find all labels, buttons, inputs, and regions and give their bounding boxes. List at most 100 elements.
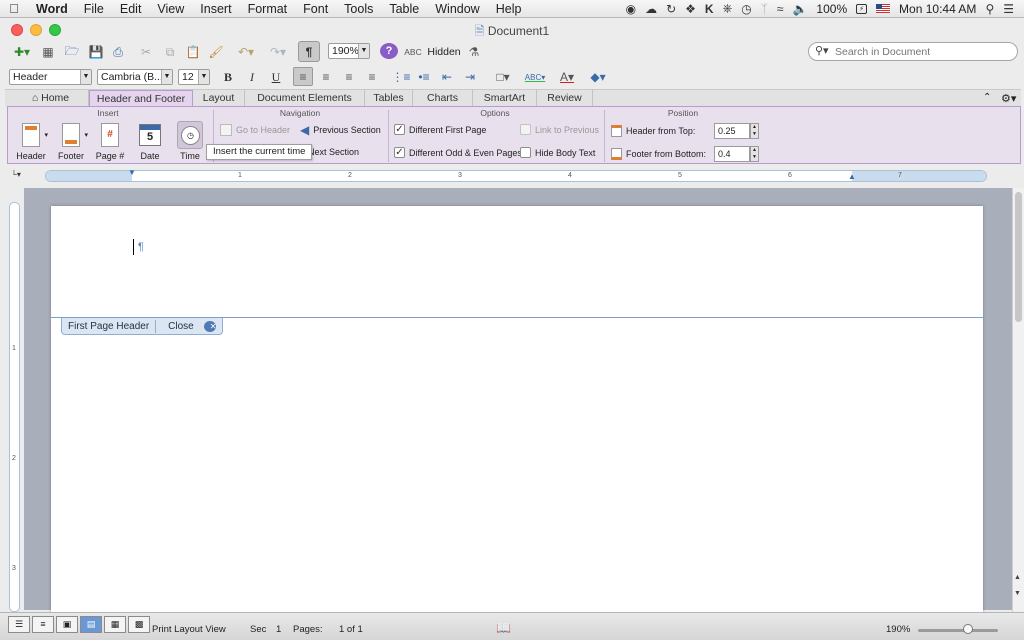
outline-view-icon[interactable]: ≡ [32, 616, 54, 633]
print-icon[interactable]: ⎙ [108, 43, 128, 61]
numbered-list-icon[interactable]: ⋮≡ [392, 68, 411, 86]
notebook-view-icon[interactable]: ▦ [104, 616, 126, 633]
close-header-button[interactable]: Close ✕ [156, 320, 222, 332]
menu-window[interactable]: Window [427, 2, 487, 16]
document-page[interactable]: ¶ First Page Header Close ✕ [51, 206, 983, 616]
save-icon[interactable]: 💾 [86, 43, 106, 61]
undo-icon[interactable]: ↶▾ [232, 43, 260, 61]
sync-icon[interactable]: ↻ [666, 2, 676, 16]
search-field[interactable]: ⚲▾ [808, 42, 1018, 61]
header-from-top-stepper[interactable]: ▲ ▼ [750, 123, 759, 139]
bulleted-list-icon[interactable]: •≡ [415, 68, 433, 86]
font-size-select[interactable]: 12 ▼ [178, 69, 210, 85]
k-app-icon[interactable]: K [705, 2, 714, 16]
menu-insert[interactable]: Insert [192, 2, 239, 16]
different-odd-even-option[interactable]: ✓ Different Odd & Even Pages [394, 147, 522, 158]
show-formatting-marks-button[interactable]: ¶ [298, 41, 320, 62]
horizontal-ruler[interactable]: ▼ ▲ 1 2 3 4 5 6 7 [45, 168, 987, 182]
font-color-icon[interactable]: A▾ [553, 68, 581, 86]
volume-icon[interactable]: 🔈 [792, 2, 807, 16]
scroll-down-icon[interactable]: ▼ [1014, 590, 1021, 597]
header-button[interactable]: ▾ Header [12, 121, 50, 161]
cloud-icon[interactable]: ☁ [645, 2, 657, 16]
shading-icon[interactable]: ◆▾ [585, 68, 611, 86]
bold-button[interactable]: B [219, 68, 237, 86]
spelling-icon[interactable]: ABC [402, 43, 424, 61]
increase-indent-icon[interactable]: ⇥ [461, 68, 479, 86]
highlight-icon[interactable]: ABC▾ [520, 68, 550, 86]
footer-from-bottom-stepper[interactable]: ▲ ▼ [750, 146, 759, 162]
page-number-button[interactable]: # Page # [92, 121, 128, 161]
wifi-icon[interactable]: ≈ [777, 2, 784, 16]
focus-view-icon[interactable]: ▩ [128, 616, 150, 633]
hide-body-text-option[interactable]: Hide Body Text [520, 147, 595, 158]
proofing-book-icon[interactable]: 📖 [496, 621, 511, 635]
bluetooth-icon[interactable]: ᛉ [761, 2, 768, 16]
redo-icon[interactable]: ↷▾ [264, 43, 292, 61]
date-button[interactable]: 5 Date [132, 121, 168, 161]
media-browser-icon[interactable]: ⚗ [465, 43, 483, 61]
template-gallery-icon[interactable]: ▦ [38, 43, 58, 61]
different-first-page-option[interactable]: ✓ Different First Page [394, 124, 486, 135]
tab-stop-selector-icon[interactable]: └▾ [8, 170, 24, 184]
publishing-view-icon[interactable]: ▣ [56, 616, 78, 633]
font-select[interactable]: Cambria (B... ▼ [97, 69, 173, 85]
menu-view[interactable]: View [149, 2, 192, 16]
underline-button[interactable]: U [267, 68, 285, 86]
hidden-label[interactable]: Hidden [426, 43, 462, 61]
battery-icon[interactable]: ⚡ [856, 3, 868, 14]
next-section-button[interactable]: Next Section [308, 147, 359, 157]
vertical-scrollbar[interactable]: ▲ ▼ [1012, 188, 1024, 612]
search-input[interactable] [835, 45, 1011, 59]
zoom-select[interactable]: 190% ▼ [328, 43, 370, 59]
indent-marker-icon[interactable]: ▼ [128, 168, 136, 177]
zoom-slider-knob[interactable] [963, 624, 973, 634]
us-flag-icon[interactable] [876, 4, 891, 13]
different-first-page-checkbox[interactable]: ✓ [394, 124, 405, 135]
go-to-header-button[interactable]: Go to Header [220, 124, 290, 136]
menu-help[interactable]: Help [488, 2, 530, 16]
footer-button[interactable]: ▾ Footer [52, 121, 90, 161]
justify-icon[interactable]: ≡ [363, 68, 381, 86]
open-folder-icon[interactable]: 🗁 [62, 43, 82, 61]
time-button[interactable]: ◷ Time [172, 121, 208, 161]
new-document-icon[interactable]: ✚▾ [10, 43, 34, 61]
footer-from-bottom-input[interactable]: 0.4 ▲ ▼ [714, 146, 759, 162]
ribbon-settings-gear-icon[interactable]: ⚙▾ [1001, 92, 1016, 105]
align-center-icon[interactable]: ≡ [317, 68, 335, 86]
align-left-icon[interactable]: ≡ [293, 67, 313, 86]
paste-icon[interactable]: 📋 [183, 43, 203, 61]
cut-icon[interactable]: ✂ [136, 43, 156, 61]
previous-section-button[interactable]: ◀ Previous Section [300, 123, 381, 137]
menu-file[interactable]: File [76, 2, 112, 16]
decrease-indent-icon[interactable]: ⇤ [438, 68, 456, 86]
link-to-previous-option[interactable]: Link to Previous [520, 124, 599, 135]
collapse-ribbon-icon[interactable]: ⌃ [983, 92, 991, 103]
draft-view-icon[interactable]: ☰ [8, 616, 30, 633]
menu-edit[interactable]: Edit [112, 2, 150, 16]
help-icon[interactable]: ? [380, 43, 398, 59]
time-machine-icon[interactable]: ◷ [741, 2, 751, 16]
header-from-top-input[interactable]: 0.25 ▲ ▼ [714, 123, 759, 139]
link-to-previous-checkbox[interactable] [520, 124, 531, 135]
menu-font[interactable]: Font [295, 2, 336, 16]
spotlight-icon[interactable]: ⚲ [985, 2, 994, 16]
right-indent-marker-icon[interactable]: ▲ [848, 172, 856, 181]
check-circle-icon[interactable]: ◉ [626, 2, 636, 16]
binoculars-icon[interactable]: ⎈ [723, 1, 733, 16]
hide-body-text-checkbox[interactable] [520, 147, 531, 158]
menu-tools[interactable]: Tools [336, 2, 381, 16]
borders-icon[interactable]: □▾ [490, 68, 516, 86]
zoom-slider-track[interactable] [918, 629, 998, 632]
scrollbar-thumb[interactable] [1015, 192, 1022, 322]
apple-icon[interactable]:  [0, 1, 28, 16]
scroll-up-icon[interactable]: ▲ [1014, 574, 1021, 581]
menu-table[interactable]: Table [381, 2, 427, 16]
vertical-ruler[interactable]: 1 2 3 [9, 202, 20, 612]
style-select[interactable]: Header ▼ [9, 69, 92, 85]
align-right-icon[interactable]: ≡ [340, 68, 358, 86]
print-layout-view-icon[interactable]: ▤ [80, 616, 102, 633]
dropbox-icon[interactable]: ❖ [685, 2, 696, 16]
clock[interactable]: Mon 10:44 AM [899, 2, 976, 16]
menu-app-word[interactable]: Word [28, 2, 76, 16]
